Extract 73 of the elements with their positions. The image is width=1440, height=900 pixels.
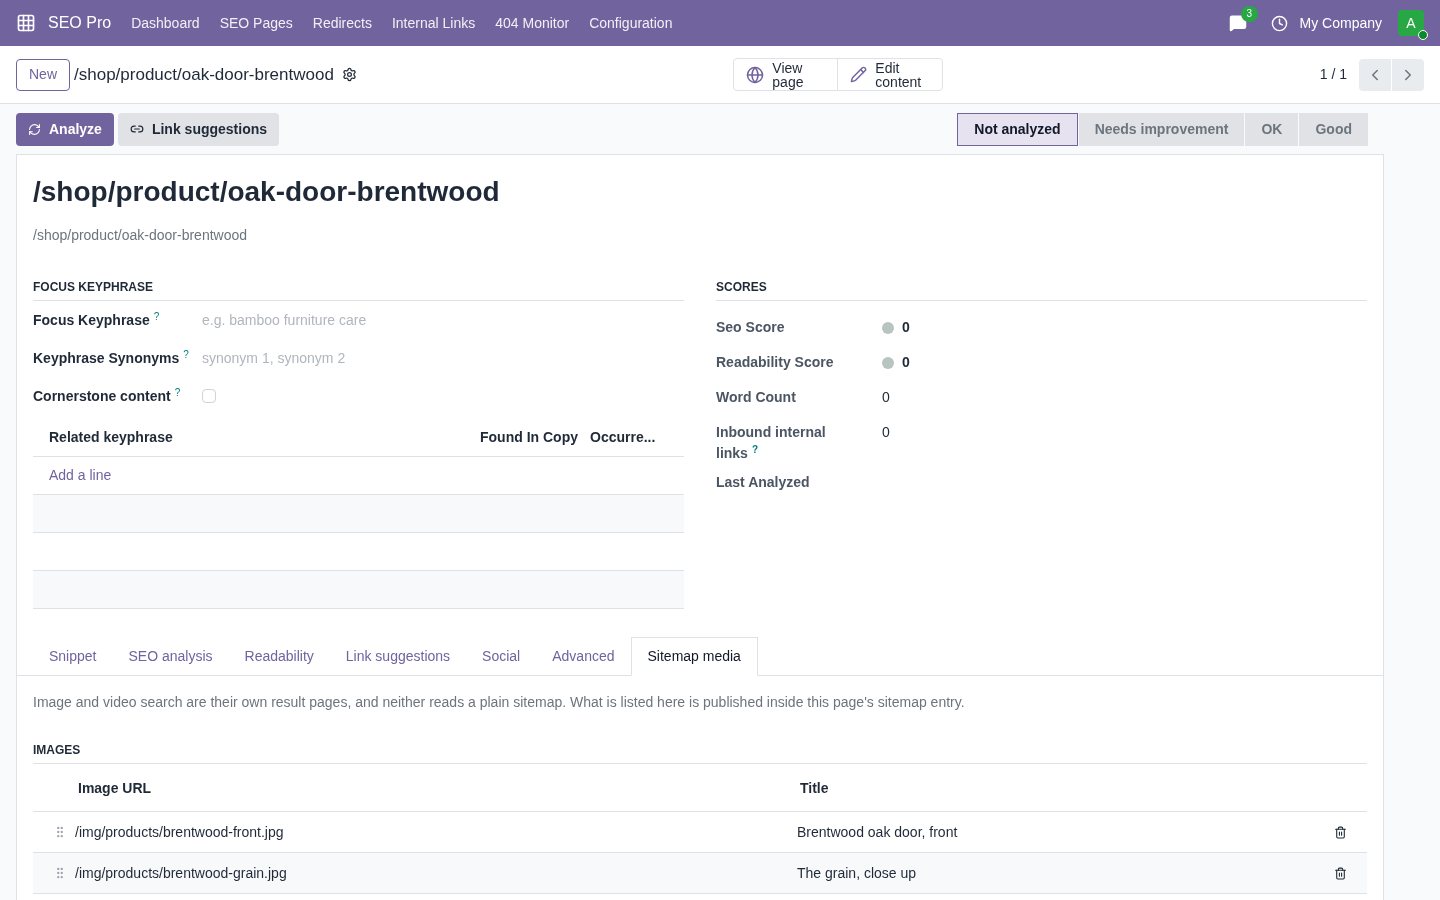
globe-icon [746, 65, 765, 84]
help-mark[interactable]: ? [174, 386, 181, 398]
view-page-button[interactable]: View page [734, 59, 839, 90]
score-value: 0 [882, 423, 890, 442]
edit-content-button[interactable]: Edit content [838, 59, 943, 90]
table-cell-text: /img/products/brentwood-front.jpg [75, 822, 285, 842]
field-label: Inbound internal links $^{?}$ [716, 423, 827, 463]
column-header[interactable]: Related keyphrase [49, 427, 480, 448]
field-label: Word Count [716, 388, 796, 407]
text-field[interactable]: synonym 1, synonym 2 [202, 347, 684, 369]
tab[interactable]: Snippet [33, 637, 113, 676]
status-stage[interactable]: Not analyzed [957, 112, 1078, 146]
tab[interactable]: SEO analysis [112, 637, 229, 676]
section-heading: IMAGES [33, 741, 1367, 764]
column-header[interactable]: Occurre... [590, 427, 668, 448]
new-button[interactable]: New [16, 58, 70, 91]
menu-item[interactable]: SEO Pages [219, 12, 293, 34]
apps-menu-icon[interactable] [16, 13, 36, 33]
add-line-link[interactable]: Add a line [49, 465, 112, 486]
column-header[interactable]: Found In Copy [480, 427, 590, 448]
activity-icon[interactable] [1270, 14, 1288, 32]
tab[interactable]: Sitemap media [630, 637, 758, 676]
section-heading: FOCUS KEYPHRASE [33, 278, 684, 301]
field-label: Keyphrase Synonyms [33, 349, 180, 366]
menu-item[interactable]: Configuration [589, 12, 673, 34]
menu-item[interactable]: Internal Links [391, 12, 476, 34]
user-avatar[interactable]: A [1398, 10, 1424, 36]
checkbox[interactable] [202, 389, 216, 403]
section-heading: SCORES [716, 278, 1367, 301]
menu-item[interactable]: Dashboard [131, 12, 200, 34]
analyze-button[interactable]: Analyze [16, 112, 114, 146]
status-stage[interactable]: Needs improvement [1078, 112, 1245, 146]
field-label: Focus Keyphrase [33, 311, 150, 328]
field-label: Last Analyzed [716, 473, 810, 492]
table-cell-text: The grain, close up [797, 863, 918, 883]
company-name[interactable]: My Company [1299, 12, 1382, 34]
settings-icon[interactable] [341, 67, 357, 82]
field-label: Readability Score [716, 353, 834, 372]
breadcrumb: /shop/product/oak-door-brentwood [74, 63, 334, 86]
tab[interactable]: Social [466, 637, 537, 676]
tab[interactable]: Advanced [536, 637, 631, 676]
refresh-icon [28, 122, 41, 136]
field-label: Cornerstone content [33, 387, 171, 404]
column-header[interactable]: Image URL [78, 778, 800, 799]
delete-icon[interactable] [1334, 866, 1347, 880]
menu-item[interactable]: Redirects [312, 12, 372, 34]
tab[interactable]: Link suggestions [329, 637, 467, 676]
pencil-icon [850, 66, 868, 83]
app-name[interactable]: SEO Pro [48, 11, 112, 35]
messages-icon[interactable] [1228, 14, 1247, 32]
status-stage[interactable]: OK [1245, 112, 1299, 146]
help-mark[interactable]: ? [153, 310, 160, 322]
column-header[interactable]: Title [800, 778, 1367, 799]
help-mark[interactable]: ? [183, 348, 189, 360]
link-icon [129, 122, 144, 136]
page-url: /shop/product/oak-door-brentwood [33, 226, 249, 245]
menu-item[interactable]: 404 Monitor [495, 12, 570, 34]
pager: 1 / 1 [1319, 65, 1347, 84]
table-cell-text: /img/products/brentwood-grain.jpg [75, 863, 288, 883]
delete-icon[interactable] [1334, 825, 1347, 839]
online-status-icon [1418, 30, 1428, 40]
field-label: Seo Score [716, 318, 785, 337]
score-value: 0 [902, 318, 910, 337]
status-stage[interactable]: Good [1299, 112, 1368, 146]
table-cell-text: Brentwood oak door, front [797, 822, 959, 842]
link-suggestions-button[interactable]: Link suggestions [117, 112, 280, 146]
page-title: /shop/product/oak-door-brentwood [33, 175, 501, 209]
text-field[interactable]: e.g. bamboo furniture care [202, 309, 684, 331]
score-value: 0 [902, 353, 910, 372]
message-count-badge: 3 [1240, 6, 1259, 22]
tab[interactable]: Readability [228, 637, 330, 676]
tab-description: Image and video search are their own result pages, and neither reads a plain sitemap. What is listed here is published inside this page's sitemap entry. [33, 693, 966, 712]
score-value: 0 [882, 388, 890, 407]
